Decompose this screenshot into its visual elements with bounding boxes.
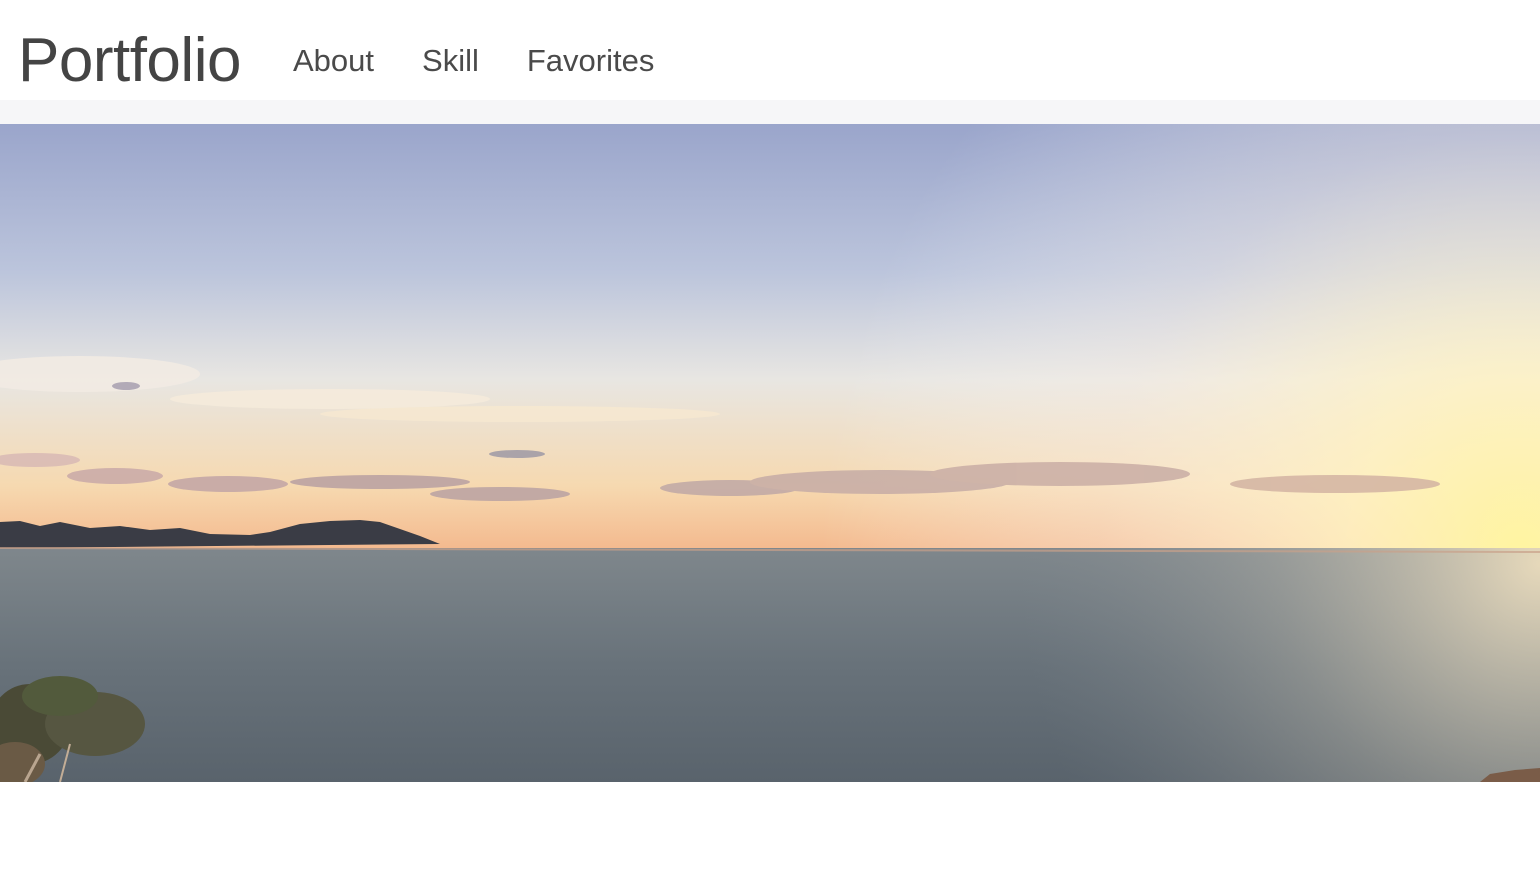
nav-links: About Skill Favorites [293, 42, 702, 80]
nav-link-favorites[interactable]: Favorites [527, 42, 654, 80]
nav-link-skill[interactable]: Skill [422, 42, 479, 80]
sea-reflection [0, 548, 1540, 782]
navbar-divider-strip [0, 100, 1540, 124]
nav-link-about[interactable]: About [293, 42, 374, 80]
hero-image [0, 124, 1540, 782]
page-blank-area [0, 782, 1540, 878]
brand-link[interactable]: Portfolio [18, 24, 241, 98]
sunset-sea-image [0, 124, 1540, 782]
top-navbar: Portfolio About Skill Favorites [0, 0, 1540, 100]
